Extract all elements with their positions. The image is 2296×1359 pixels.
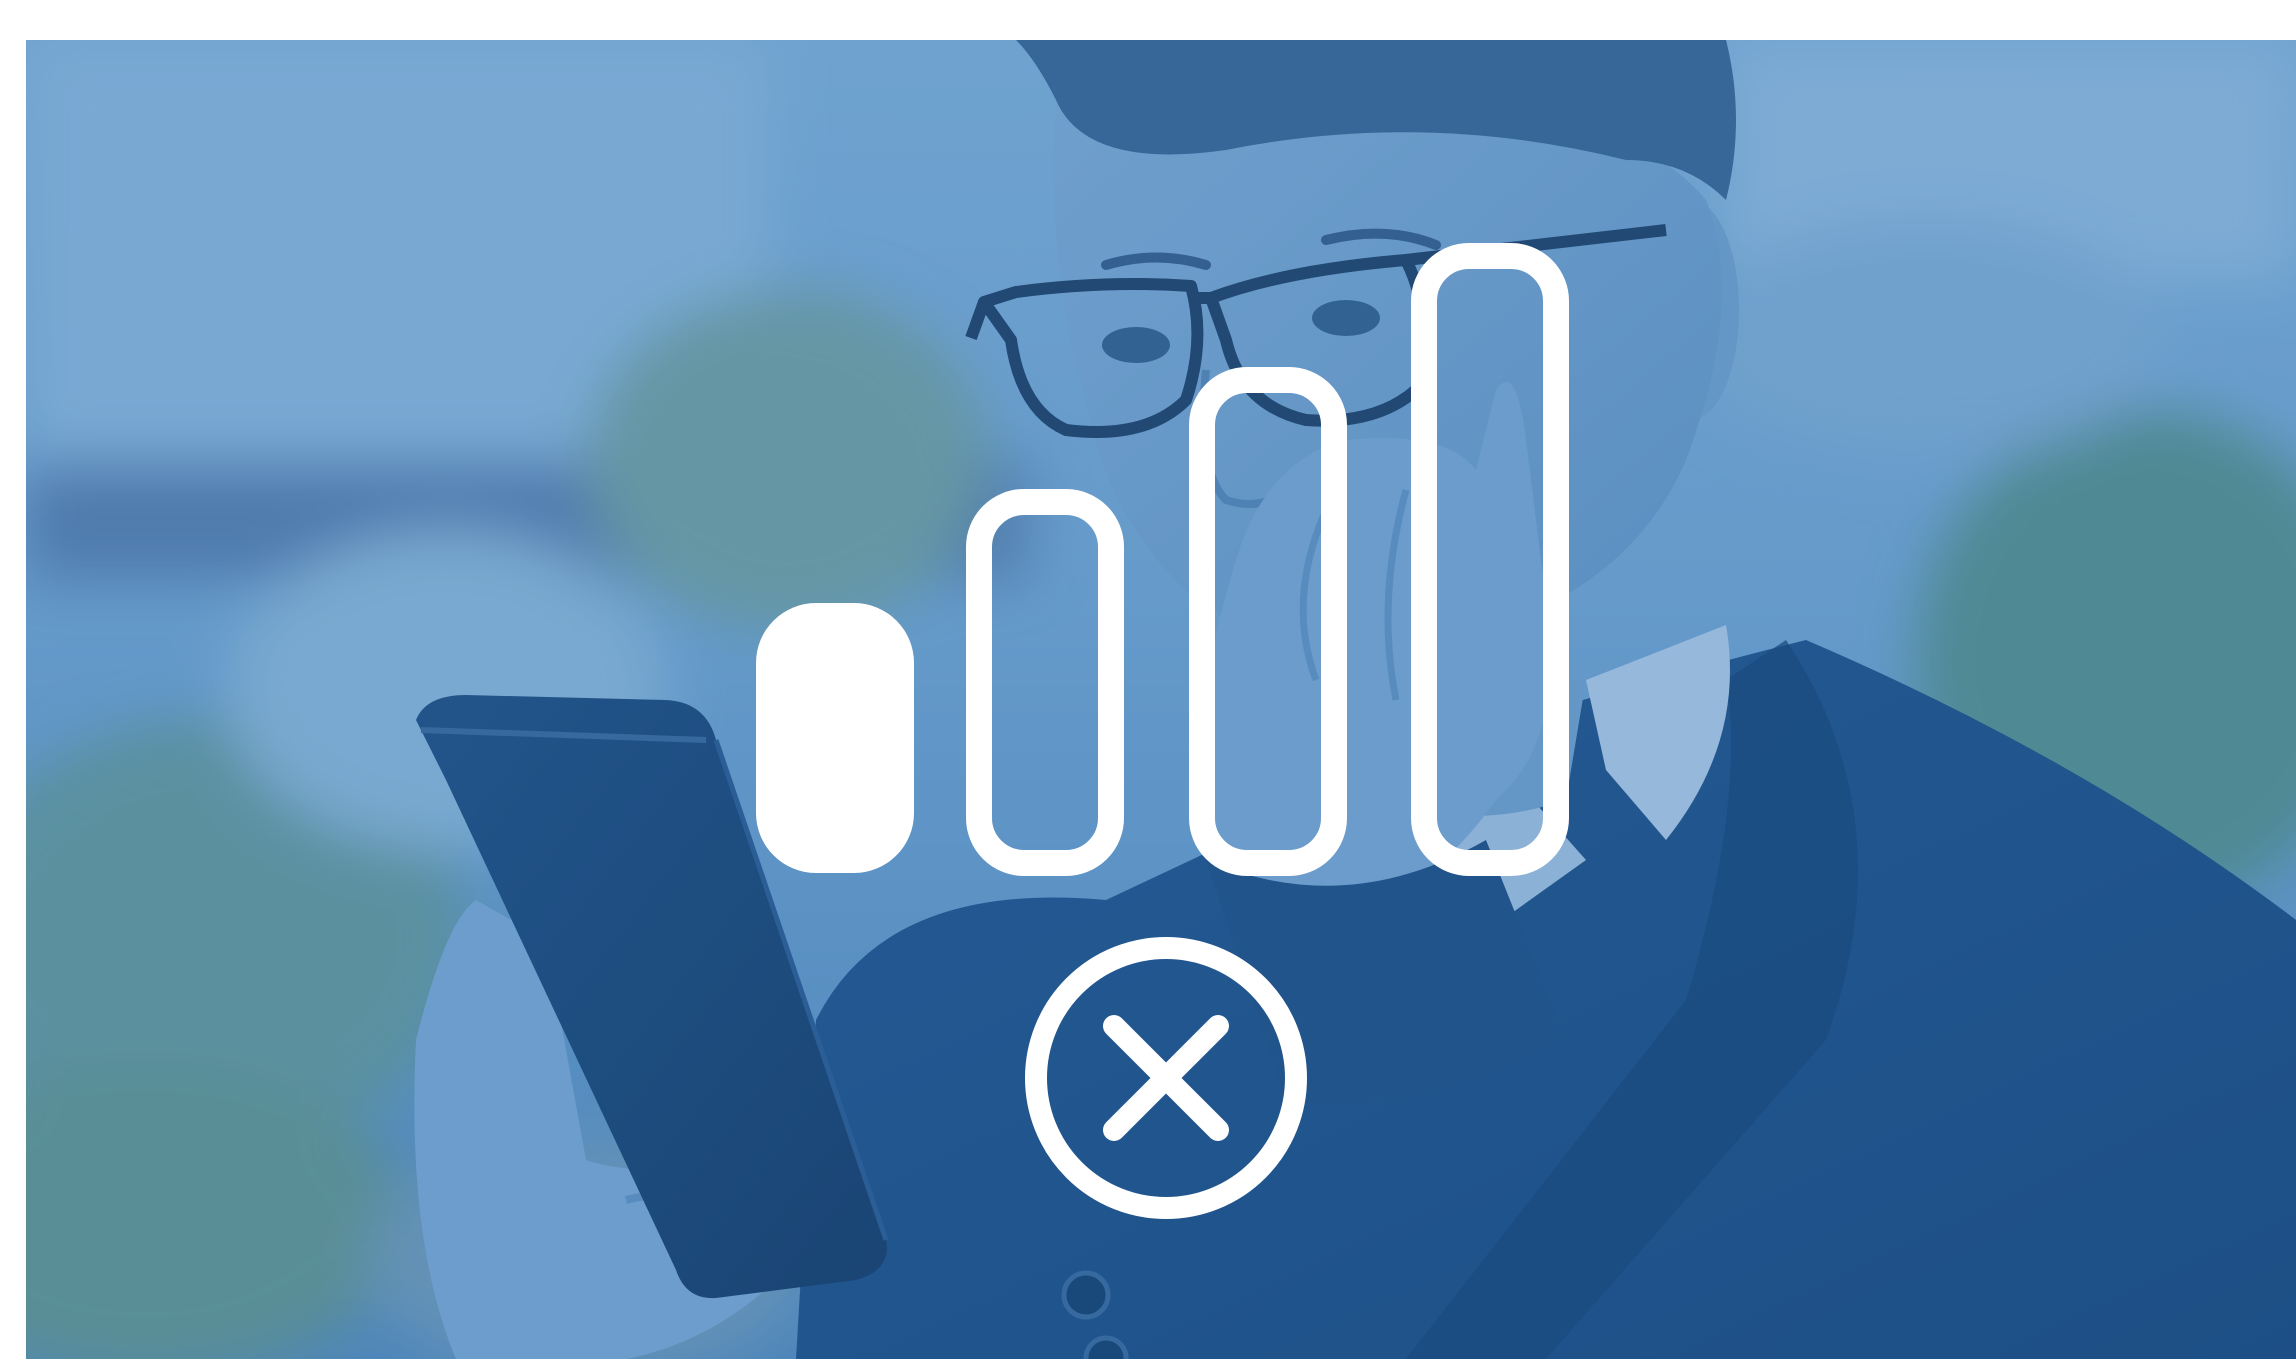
blue-overlay (26, 40, 2296, 1359)
photo-scene (26, 40, 2296, 1359)
hero-image (26, 40, 2296, 1359)
signal-bar-1-filled (756, 603, 914, 873)
